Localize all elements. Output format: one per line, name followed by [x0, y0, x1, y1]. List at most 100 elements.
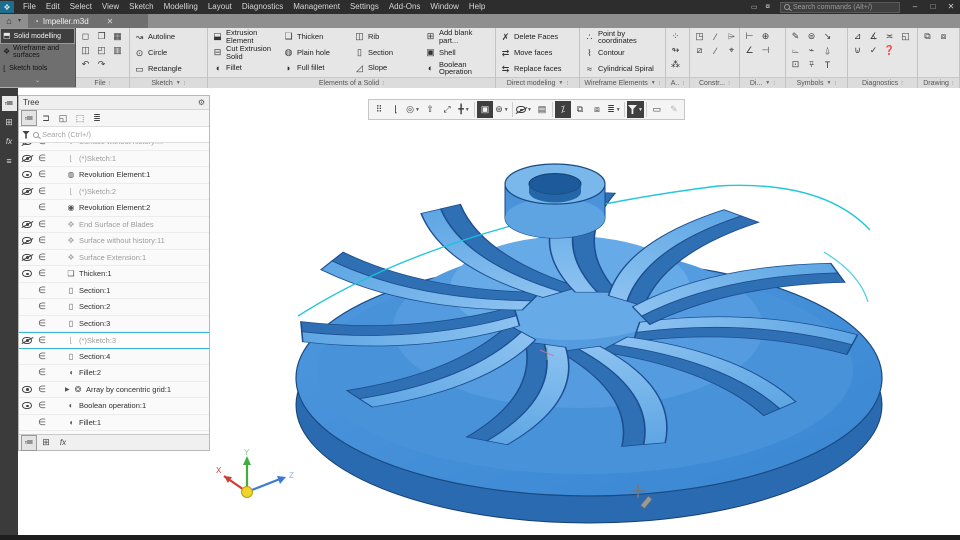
hidden-lines-icon[interactable]: ▼ [515, 101, 533, 118]
menu-layout[interactable]: Layout [203, 0, 237, 14]
eye-hidden-icon[interactable] [19, 155, 35, 162]
eye-hidden-icon[interactable] [19, 221, 35, 228]
measure-icon[interactable]: ▭ [649, 101, 665, 118]
eye-visible-icon[interactable] [19, 386, 35, 393]
tolerance-icon[interactable]: ⌳ [789, 44, 802, 57]
tree-selection-icon[interactable]: ⬚ [73, 111, 87, 125]
menu-diagnostics[interactable]: Diagnostics [237, 0, 288, 14]
filter-icon[interactable]: ▼ [627, 101, 644, 118]
panel-functions[interactable]: fx [2, 134, 17, 149]
eye-visible-icon[interactable] [19, 270, 35, 277]
eye-hidden-icon[interactable] [19, 337, 35, 344]
ribbon-button-boolean-operation[interactable]: ◐Boolean Operation [423, 60, 492, 76]
tree-item[interactable]: ∈◖Fillet:1 [19, 415, 209, 432]
ribbon-button-plain-hole[interactable]: ◍Plain hole [281, 45, 350, 61]
tree-item[interactable]: ∈◐Boolean operation:1 [19, 398, 209, 415]
array-curve-icon[interactable]: ↬ [669, 44, 682, 57]
ribbon-button-circle[interactable]: ⊙Circle [132, 45, 205, 61]
menu-help[interactable]: Help [464, 0, 490, 14]
tree-item[interactable]: ∈✥End Surface of Blades [19, 217, 209, 234]
mode-collapse-icon[interactable]: ⌄ [0, 77, 75, 87]
tree-item[interactable]: ∈▶❂Array by concentric grid:1 [19, 382, 209, 399]
axis-icon[interactable]: ⁄ [709, 30, 722, 43]
print-icon[interactable]: ◫ [79, 44, 92, 57]
ribbon-button-add-blank-part-[interactable]: ⊞Add blank part... [423, 29, 492, 45]
menu-sketch[interactable]: Sketch [124, 0, 158, 14]
tree-item[interactable]: ∈◉Revolution Element:2 [19, 200, 209, 217]
functions-tab-icon[interactable]: fx [56, 436, 70, 450]
measure-distance-icon[interactable]: ⊿ [851, 30, 864, 43]
ribbon-button-cut-extrusion-solid[interactable]: ⊟Cut Extrusion Solid [210, 45, 279, 61]
ribbon-group-label[interactable]: File⁝ [76, 77, 129, 88]
mode-solid-modelling[interactable]: ⬒Solid modelling [0, 28, 75, 44]
ribbon-button-autoline[interactable]: ↝Autoline [132, 29, 205, 45]
document-tab[interactable]: ◔ Impeller.m3d ✕ [28, 14, 148, 28]
menu-window[interactable]: Window [425, 0, 463, 14]
toolbar-grip[interactable]: ⠿ [371, 101, 387, 118]
menu-management[interactable]: Management [288, 0, 345, 14]
slope-symbol-icon[interactable]: ⍫ [805, 58, 818, 71]
tree-components-icon[interactable]: ⊐ [39, 111, 53, 125]
eye-hidden-icon[interactable] [19, 237, 35, 244]
save-as-icon[interactable]: ▥ [111, 44, 124, 57]
ribbon-group-label[interactable]: A..⁝ [666, 77, 689, 88]
orientation-up-icon[interactable]: ⇧ [422, 101, 438, 118]
group-options-icon[interactable]: ⁝ [728, 80, 730, 87]
measure-curve-icon[interactable]: ≍ [883, 30, 896, 43]
marking-icon[interactable]: ⍙ [821, 44, 834, 57]
group-options-icon[interactable]: ⁝ [659, 80, 661, 87]
zoom-tool-icon[interactable]: ◎▼ [405, 101, 421, 118]
home-dropdown-icon[interactable]: ▾ [18, 14, 28, 28]
undo-icon[interactable]: ↶ [79, 58, 92, 71]
group-options-icon[interactable]: ⁝ [952, 80, 954, 87]
open-icon[interactable]: ❐ [95, 30, 108, 43]
ribbon-button-extrusion-element[interactable]: ⬓Extrusion Element [210, 29, 279, 45]
weld-icon[interactable]: ⌁ [805, 44, 818, 57]
leader-icon[interactable]: ↘ [821, 30, 834, 43]
screen-capture-icon[interactable]: ⧇ [762, 3, 774, 11]
layers-icon[interactable]: ≣▼ [606, 101, 622, 118]
dimension-angle-icon[interactable]: ∠ [743, 44, 756, 57]
new-document-icon[interactable]: ◻ [79, 30, 92, 43]
tree-item[interactable]: ∈◍Revolution Element:1 [19, 167, 209, 184]
new-drawing-icon[interactable]: ⧉ [921, 30, 934, 43]
ribbon-button-slope[interactable]: ◿Slope [352, 60, 421, 76]
mass-icon[interactable]: ⚖ [915, 30, 917, 43]
tree-item[interactable]: ∈▯Section:4 [19, 349, 209, 366]
preview-icon[interactable]: ◰ [95, 44, 108, 57]
ribbon-button-thicken[interactable]: ❏Thicken [281, 29, 350, 45]
expander-icon[interactable]: ▶ [65, 386, 72, 393]
ribbon-button-shell[interactable]: ▣Shell [423, 45, 492, 61]
maximize-button[interactable]: □ [924, 0, 942, 14]
group-options-icon[interactable]: ⁝ [834, 80, 836, 87]
ribbon-group-label[interactable]: Symbols▼⁝ [786, 77, 847, 88]
area-icon[interactable]: ◱ [899, 30, 912, 43]
orientation-rotate-icon[interactable]: ⤢ [439, 101, 455, 118]
dimension-radial-icon[interactable]: ⊕ [759, 30, 772, 43]
group-options-icon[interactable]: ⁝ [566, 80, 568, 87]
array-grid-icon[interactable]: ⁘ [669, 30, 682, 43]
ribbon-button-contour[interactable]: ⌇Contour [582, 45, 663, 61]
coordinate-axes-icon[interactable]: ╋▼ [456, 101, 472, 118]
menu-file[interactable]: File [18, 0, 41, 14]
info-icon[interactable]: ❓ [883, 44, 896, 57]
ribbon-group-label[interactable]: Constr...⁝ [690, 77, 739, 88]
ribbon-group-label[interactable]: Wireframe Elements▼⁝ [580, 77, 665, 88]
tree-item[interactable]: ∈▯Section:3 [19, 316, 209, 333]
tree-find-icon[interactable]: ◱ [56, 111, 70, 125]
group-options-icon[interactable]: ⁝ [109, 80, 111, 87]
menu-view[interactable]: View [97, 0, 124, 14]
mode-sketch-tools[interactable]: ⌊Sketch tools [0, 61, 75, 77]
group-options-icon[interactable]: ⁝ [773, 80, 775, 87]
mode-wireframe-and-surfaces[interactable]: ❖Wireframe and surfaces [0, 44, 75, 60]
group-options-icon[interactable]: ⁝ [901, 80, 903, 87]
render-options-icon[interactable]: ⊛▼ [494, 101, 510, 118]
home-icon[interactable]: ⌂ [0, 14, 18, 28]
minimize-button[interactable]: – [906, 0, 924, 14]
tree-search-input[interactable]: Search (Ctrl+/) [19, 127, 209, 143]
menu-edit[interactable]: Edit [41, 0, 65, 14]
capture-image-icon[interactable]: ▤ [534, 101, 550, 118]
tree-tab-icon[interactable]: ≔ [22, 436, 36, 450]
ribbon-group-label[interactable]: Diagnostics⁝ [848, 77, 917, 88]
tree-item[interactable]: ∈◖Fillet:2 [19, 365, 209, 382]
